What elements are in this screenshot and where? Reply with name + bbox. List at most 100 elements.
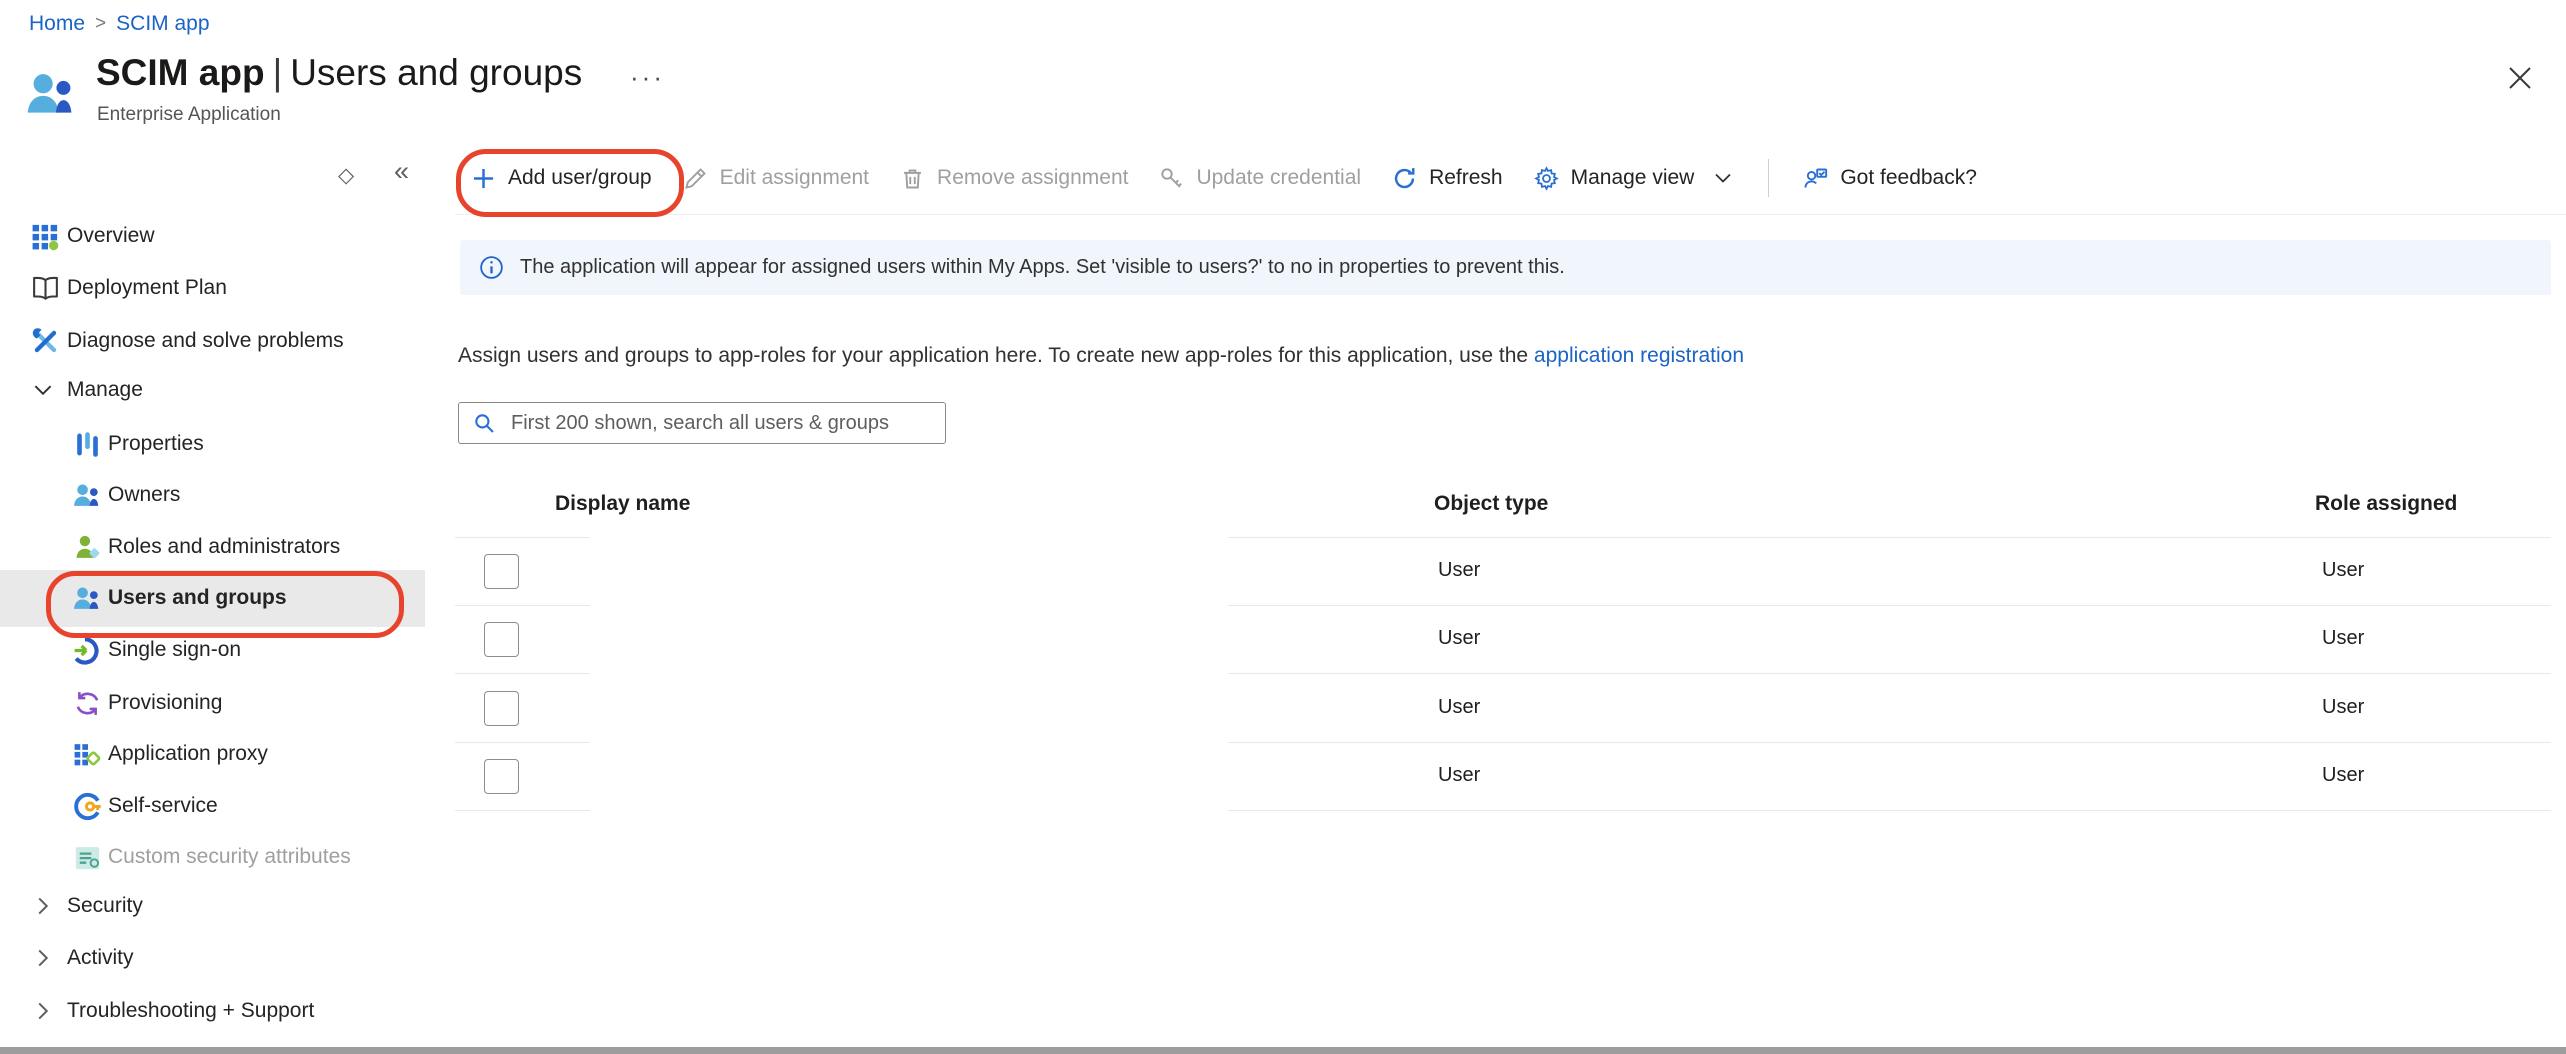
row-separator-line [455, 742, 590, 743]
sidebar-item-label: Diagnose and solve problems [67, 329, 344, 353]
page-title-page-name: Users and groups [290, 52, 582, 93]
sso-icon [72, 635, 103, 666]
sidebar-item-deployment-plan[interactable]: Deployment Plan [0, 262, 440, 314]
search-icon [471, 410, 497, 436]
column-header-display-name[interactable]: Display name [555, 492, 690, 516]
assignment-description-text: Assign users and groups to app-roles for… [458, 344, 1534, 367]
sidebar-item-diagnose-and-solve-problems[interactable]: Diagnose and solve problems [0, 315, 440, 367]
row-separator-line [1228, 605, 2551, 606]
sidebar-item-label: Custom security attributes [108, 845, 351, 869]
manage-view-button[interactable]: Manage view [1518, 150, 1751, 206]
sidebar-item-provisioning[interactable]: Provisioning [0, 677, 440, 729]
remove-assignment-button[interactable]: Remove assignment [884, 150, 1143, 206]
cell-object-type: User [1438, 764, 1480, 787]
toolbar-button-label: Got feedback? [1840, 166, 1977, 190]
refresh-button[interactable]: Refresh [1376, 150, 1518, 206]
key-icon [1158, 165, 1185, 192]
sidebar-resize-diamond-icon[interactable]: ◇ [338, 163, 354, 188]
chevron-down-icon [30, 377, 56, 403]
page-subtitle: Enterprise Application [97, 104, 281, 126]
cell-role-assigned: User [2322, 696, 2364, 719]
sidebar-item-label: Overview [67, 224, 155, 248]
row-separator-line [455, 673, 590, 674]
toolbar-button-label: Manage view [1571, 166, 1695, 190]
self-service-icon [72, 791, 103, 822]
sidebar-item-label: Activity [67, 946, 134, 970]
sidebar-item-label: Troubleshooting + Support [67, 999, 314, 1023]
sidebar-item-single-sign-on[interactable]: Single sign-on [0, 624, 440, 676]
got-feedback--button[interactable]: Got feedback? [1787, 150, 1992, 206]
sidebar-item-label: Users and groups [108, 586, 287, 610]
sidebar-item-troubleshooting-support[interactable]: Troubleshooting + Support [0, 985, 440, 1037]
info-icon [478, 254, 505, 281]
app-logo-people-icon [24, 66, 80, 122]
breadcrumb-separator-icon: > [95, 13, 106, 35]
attributes-icon [72, 842, 103, 873]
edit-assignment-button[interactable]: Edit assignment [667, 150, 884, 206]
page-title-app-name: SCIM app [96, 52, 265, 93]
toolbar-divider [1768, 159, 1769, 197]
sliders-icon [72, 429, 103, 460]
sidebar-item-custom-security-attributes[interactable]: Custom security attributes [0, 831, 440, 883]
update-credential-button[interactable]: Update credential [1143, 150, 1376, 206]
row-separator-line [1228, 742, 2551, 743]
row-checkbox[interactable] [484, 554, 519, 589]
column-header-role-assigned[interactable]: Role assigned [2315, 492, 2457, 516]
toolbar-button-label: Refresh [1429, 166, 1503, 190]
row-separator-line [1228, 810, 2551, 811]
sidebar-item-properties[interactable]: Properties [0, 418, 440, 470]
sidebar-item-overview[interactable]: Overview [0, 210, 440, 262]
sidebar-item-owners[interactable]: Owners [0, 469, 440, 521]
sidebar-item-application-proxy[interactable]: Application proxy [0, 728, 440, 780]
sidebar-item-label: Manage [67, 378, 143, 402]
cell-role-assigned: User [2322, 559, 2364, 582]
toolbar: Add user/group Edit assignmentRemove assi… [455, 148, 1992, 208]
info-banner-text: The application will appear for assigned… [520, 256, 1565, 279]
sidebar-item-label: Application proxy [108, 742, 268, 766]
sidebar-item-activity[interactable]: Activity [0, 932, 440, 984]
sidebar-item-users-and-groups[interactable]: Users and groups [0, 572, 440, 624]
sidebar-item-security[interactable]: Security [0, 880, 440, 932]
sidebar-item-label: Roles and administrators [108, 535, 340, 559]
sidebar-item-label: Provisioning [108, 691, 222, 715]
horizontal-scrollbar[interactable] [0, 1047, 2566, 1054]
column-header-object-type[interactable]: Object type [1434, 492, 1548, 516]
people-icon [72, 583, 103, 614]
sidebar-item-manage[interactable]: Manage [0, 364, 440, 416]
row-checkbox[interactable] [484, 691, 519, 726]
sidebar-item-self-service[interactable]: Self-service [0, 780, 440, 832]
gear-icon [1533, 165, 1560, 192]
toolbar-button-label: Update credential [1196, 166, 1361, 190]
close-icon[interactable] [2504, 62, 2536, 94]
search-input[interactable] [509, 411, 945, 436]
refresh-icon [1391, 165, 1418, 192]
chevron-right-icon [30, 893, 56, 919]
toolbar-button-label: Add user/group [508, 166, 652, 190]
breadcrumb-home-link[interactable]: Home [29, 12, 85, 36]
add-user-group-button[interactable]: Add user/group [455, 150, 667, 206]
row-separator-line [455, 810, 590, 811]
row-checkbox[interactable] [484, 759, 519, 794]
cell-object-type: User [1438, 696, 1480, 719]
breadcrumb-scim-app-link[interactable]: SCIM app [116, 12, 209, 36]
sidebar-collapse-icon[interactable]: « [394, 156, 409, 187]
roles-icon [72, 532, 103, 563]
sidebar-item-label: Self-service [108, 794, 218, 818]
grid-icon [30, 221, 61, 252]
info-banner: The application will appear for assigned… [460, 240, 2551, 295]
row-checkbox[interactable] [484, 622, 519, 657]
breadcrumb: Home > SCIM app [29, 12, 210, 36]
page-title-separator: | [265, 52, 291, 93]
row-separator-line [1228, 673, 2551, 674]
sidebar-item-roles-and-administrators[interactable]: Roles and administrators [0, 521, 440, 573]
cell-role-assigned: User [2322, 764, 2364, 787]
sidebar-item-label: Single sign-on [108, 638, 241, 662]
trash-icon [899, 165, 926, 192]
application-registration-link[interactable]: application registration [1534, 344, 1744, 367]
more-options-button[interactable]: ··· [630, 62, 665, 93]
pencil-icon [682, 165, 709, 192]
sidebar-item-label: Deployment Plan [67, 276, 227, 300]
chevron-right-icon [30, 945, 56, 971]
page-title: SCIM app|Users and groups [96, 52, 582, 94]
cell-object-type: User [1438, 627, 1480, 650]
